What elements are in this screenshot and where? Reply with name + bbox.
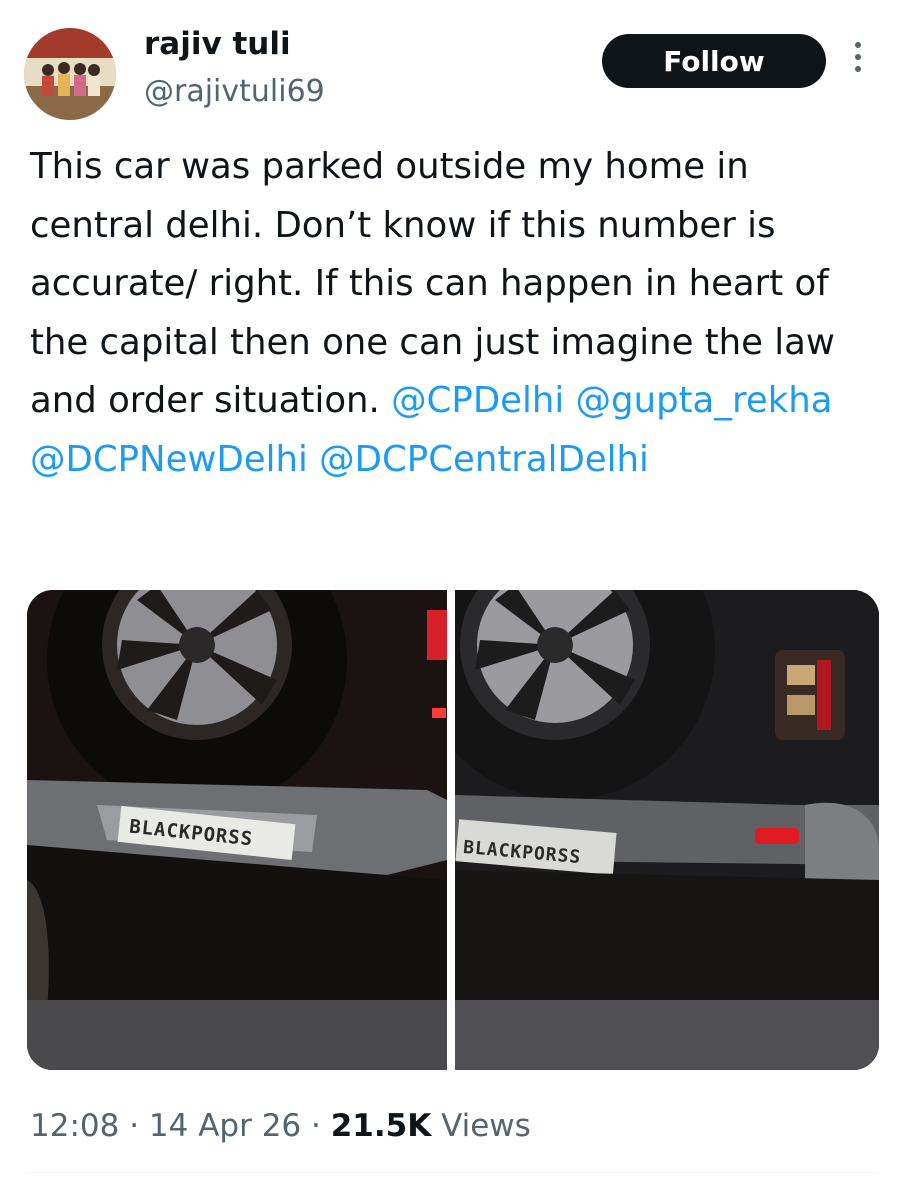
tweet-header: rajiv tuli @rajivtuli69 Follow [0, 0, 898, 130]
more-vertical-icon[interactable] [846, 42, 870, 82]
avatar[interactable] [24, 28, 116, 120]
tweet-date[interactable]: 14 Apr 26 [149, 1108, 301, 1144]
author-handle[interactable]: @rajivtuli69 [144, 72, 325, 112]
tweet-meta: 12:08 · 14 Apr 26 · 21.5K Views [30, 1108, 531, 1144]
car-photo-2[interactable]: BLACKPORSS [455, 590, 879, 1070]
views-count: 21.5K [330, 1108, 432, 1144]
mention-gupta-rekha[interactable]: @gupta_rekha [576, 380, 833, 421]
mention-dcpcentraldelhi[interactable]: @DCPCentralDelhi [319, 439, 649, 480]
tweet-text: This car was parked outside my home in c… [30, 138, 880, 489]
views-label: Views [441, 1108, 531, 1144]
car-rear-closeup-illustration [455, 590, 879, 1070]
mention-cpdelhi[interactable]: @CPDelhi [391, 380, 564, 421]
divider [26, 1172, 878, 1173]
car-photo-1[interactable]: BLACKPORSS [27, 590, 447, 1070]
group-photo-avatar-icon [24, 28, 116, 120]
follow-button[interactable]: Follow [602, 34, 826, 88]
mention-dcpnewdelhi[interactable]: @DCPNewDelhi [30, 439, 308, 480]
author-name[interactable]: rajiv tuli [144, 24, 291, 64]
tweet-time[interactable]: 12:08 [30, 1108, 119, 1144]
tweet-media: BLACKPORSS BLACKPORSS [27, 590, 879, 1070]
